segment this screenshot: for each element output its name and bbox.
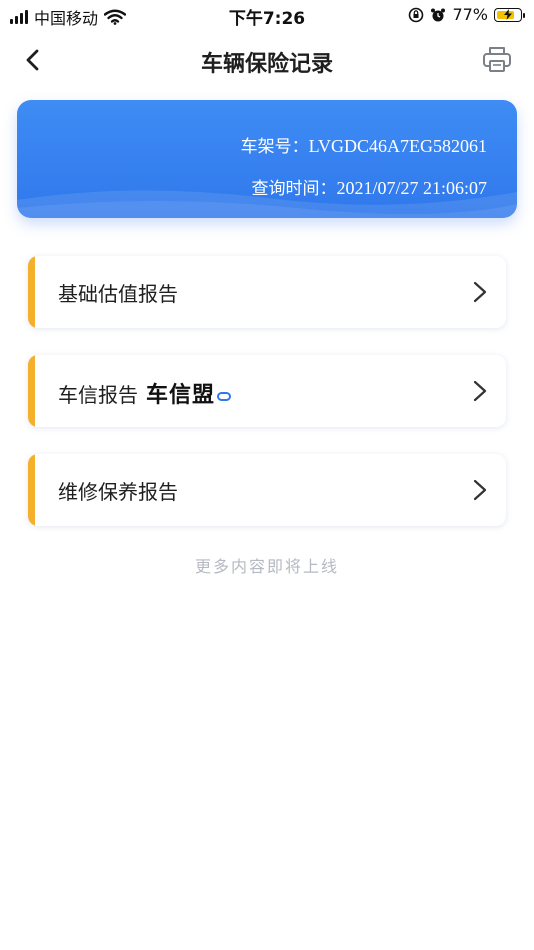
vin-row: 车架号：LVGDC46A7EG582061 bbox=[241, 132, 487, 157]
chevron-right-icon bbox=[473, 380, 487, 402]
nav-bar: 车辆保险记录 bbox=[0, 30, 534, 90]
rotation-lock-icon bbox=[409, 7, 424, 22]
query-time-value: 2021/07/27 21:06:07 bbox=[336, 178, 487, 198]
vehicle-info-card: 车架号：LVGDC46A7EG582061 查询时间：2021/07/27 21… bbox=[17, 100, 517, 218]
battery-percent: 77% bbox=[452, 5, 488, 24]
status-right: 77% bbox=[408, 5, 525, 24]
query-time-row: 查询时间：2021/07/27 21:06:07 bbox=[251, 174, 487, 199]
query-time-label: 查询时间： bbox=[251, 179, 337, 199]
vin-label: 车架号： bbox=[240, 137, 309, 157]
report-item-maintenance[interactable]: 维修保养报告 bbox=[28, 454, 506, 526]
alarm-icon bbox=[431, 8, 446, 21]
vin-value: LVGDC46A7EG582061 bbox=[308, 136, 487, 156]
coming-soon-note: 更多内容即将上线 bbox=[194, 557, 339, 576]
status-bar: 中国移动 下午7:26 77% bbox=[0, 0, 534, 30]
report-label-row: 车信报告 车信盟 bbox=[58, 377, 232, 409]
chevron-right-icon bbox=[473, 479, 487, 501]
brand-link-icon bbox=[217, 392, 232, 401]
printer-icon bbox=[483, 47, 511, 72]
chexinmeng-logo: 车信盟 bbox=[146, 383, 216, 408]
report-accent-bar bbox=[28, 454, 35, 526]
report-item-chexin[interactable]: 车信报告 车信盟 bbox=[28, 355, 506, 427]
report-label: 车信报告 bbox=[58, 383, 138, 407]
report-label: 维修保养报告 bbox=[58, 480, 178, 504]
page-title: 车辆保险记录 bbox=[200, 52, 333, 77]
chevron-right-icon bbox=[473, 281, 487, 303]
battery-charging-icon bbox=[494, 7, 525, 22]
report-accent-bar bbox=[28, 256, 35, 328]
report-item-basic-valuation[interactable]: 基础估值报告 bbox=[28, 256, 506, 328]
report-label: 基础估值报告 bbox=[58, 282, 178, 306]
print-button[interactable] bbox=[480, 42, 514, 76]
report-accent-bar bbox=[28, 355, 35, 427]
